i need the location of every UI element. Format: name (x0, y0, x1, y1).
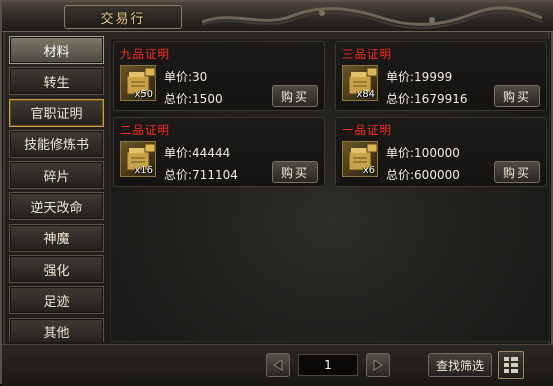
item-count: x6 (362, 165, 375, 176)
listing-card[interactable]: 二品证明 x16 单价:44444 总价:711104 购买 (113, 117, 325, 187)
sidebar-item-label: 转生 (43, 75, 70, 91)
search-filter-button[interactable]: 查找筛选 (428, 353, 492, 377)
bottom-toolbar: 1 查找筛选 (2, 344, 553, 386)
unit-price-row: 单价:19999 (386, 68, 452, 85)
category-sidebar: 材料 转生 官职证明 技能修炼书 碎片 逆天改命 神魔 强化 足迹 其他 (5, 36, 108, 342)
unit-price-label: 单价: (386, 70, 415, 84)
buy-button[interactable]: 购买 (272, 161, 318, 183)
item-count: x50 (134, 89, 153, 100)
sidebar-item-other[interactable]: 其他 (9, 317, 104, 342)
dragon-ornament-icon (202, 6, 542, 30)
total-price-label: 总价: (164, 168, 193, 182)
item-count: x84 (356, 89, 375, 100)
unit-price-row: 单价:30 (164, 68, 207, 85)
list-layout-icon (504, 357, 518, 373)
title-plate: 交易行 (64, 5, 182, 29)
buy-button[interactable]: 购买 (272, 85, 318, 107)
sidebar-item-gods-demons[interactable]: 神魔 (9, 223, 104, 252)
item-count: x16 (134, 165, 153, 176)
sidebar-item-label: 其他 (43, 326, 70, 342)
total-price-value: 1679916 (414, 92, 468, 106)
item-name: 三品证明 (342, 47, 392, 61)
sidebar-item-label: 材料 (43, 44, 70, 60)
total-price-row: 总价:1500 (164, 90, 223, 107)
sidebar-item-defy-fate[interactable]: 逆天改命 (9, 192, 104, 221)
item-name: 二品证明 (120, 123, 170, 137)
scroll-certificate-icon[interactable]: x6 (342, 141, 378, 177)
total-price-label: 总价: (386, 92, 415, 106)
item-name: 九品证明 (120, 47, 170, 61)
listing-card[interactable]: 一品证明 x6 单价:100000 总价:600000 购买 (335, 117, 547, 187)
scroll-certificate-icon[interactable]: x50 (120, 65, 156, 101)
title-bar: 交易行 (2, 2, 553, 32)
sidebar-item-label: 逆天改命 (30, 200, 83, 216)
trade-window: 交易行 材料 转生 官职证明 技能修炼书 碎片 逆天改命 神魔 强化 足迹 其他… (0, 0, 553, 386)
unit-price-label: 单价: (386, 146, 415, 160)
total-price-value: 600000 (414, 168, 460, 182)
unit-price-label: 单价: (164, 146, 193, 160)
listing-card[interactable]: 三品证明 x84 单价:19999 总价:1679916 购买 (335, 41, 547, 111)
sidebar-item-label: 强化 (43, 263, 70, 279)
total-price-row: 总价:1679916 (386, 90, 468, 107)
unit-price-value: 44444 (192, 146, 231, 160)
total-price-label: 总价: (386, 168, 415, 182)
sidebar-item-fragments[interactable]: 碎片 (9, 161, 104, 190)
unit-price-value: 19999 (414, 70, 453, 84)
sidebar-item-label: 神魔 (43, 232, 70, 248)
listing-card[interactable]: 九品证明 x50 单价:30 总价:1500 购买 (113, 41, 325, 111)
total-price-row: 总价:711104 (164, 166, 238, 183)
unit-price-label: 单价: (164, 70, 193, 84)
scroll-certificate-icon[interactable]: x16 (120, 141, 156, 177)
sidebar-item-label: 技能修炼书 (23, 138, 89, 154)
buy-button[interactable]: 购买 (494, 85, 540, 107)
sidebar-item-materials[interactable]: 材料 (9, 36, 104, 64)
sidebar-item-rebirth[interactable]: 转生 (9, 67, 104, 96)
page-number-field[interactable]: 1 (298, 354, 358, 376)
scroll-certificate-icon[interactable]: x84 (342, 65, 378, 101)
unit-price-row: 单价:44444 (164, 144, 230, 161)
triangle-left-icon (273, 359, 283, 371)
total-price-row: 总价:600000 (386, 166, 460, 183)
sidebar-item-enhance[interactable]: 强化 (9, 255, 104, 284)
total-price-label: 总价: (164, 92, 193, 106)
window-title: 交易行 (100, 11, 146, 27)
total-price-value: 1500 (192, 92, 223, 106)
next-page-button[interactable] (366, 353, 390, 377)
sidebar-item-skill-books[interactable]: 技能修炼书 (9, 129, 104, 158)
sidebar-item-label: 足迹 (43, 294, 70, 310)
unit-price-row: 单价:100000 (386, 144, 460, 161)
prev-page-button[interactable] (266, 353, 290, 377)
listing-area: 九品证明 x50 单价:30 总价:1500 购买 三品证明 x84 单价:19… (110, 38, 550, 342)
triangle-right-icon (373, 359, 383, 371)
layout-toggle-button[interactable] (498, 351, 524, 379)
sidebar-item-official-certificate[interactable]: 官职证明 (9, 98, 104, 127)
total-price-value: 711104 (192, 168, 238, 182)
sidebar-item-label: 官职证明 (30, 107, 83, 123)
sidebar-item-footprints[interactable]: 足迹 (9, 286, 104, 315)
unit-price-value: 30 (192, 70, 208, 84)
unit-price-value: 100000 (414, 146, 460, 160)
buy-button[interactable]: 购买 (494, 161, 540, 183)
sidebar-item-label: 碎片 (43, 169, 70, 185)
item-name: 一品证明 (342, 123, 392, 137)
